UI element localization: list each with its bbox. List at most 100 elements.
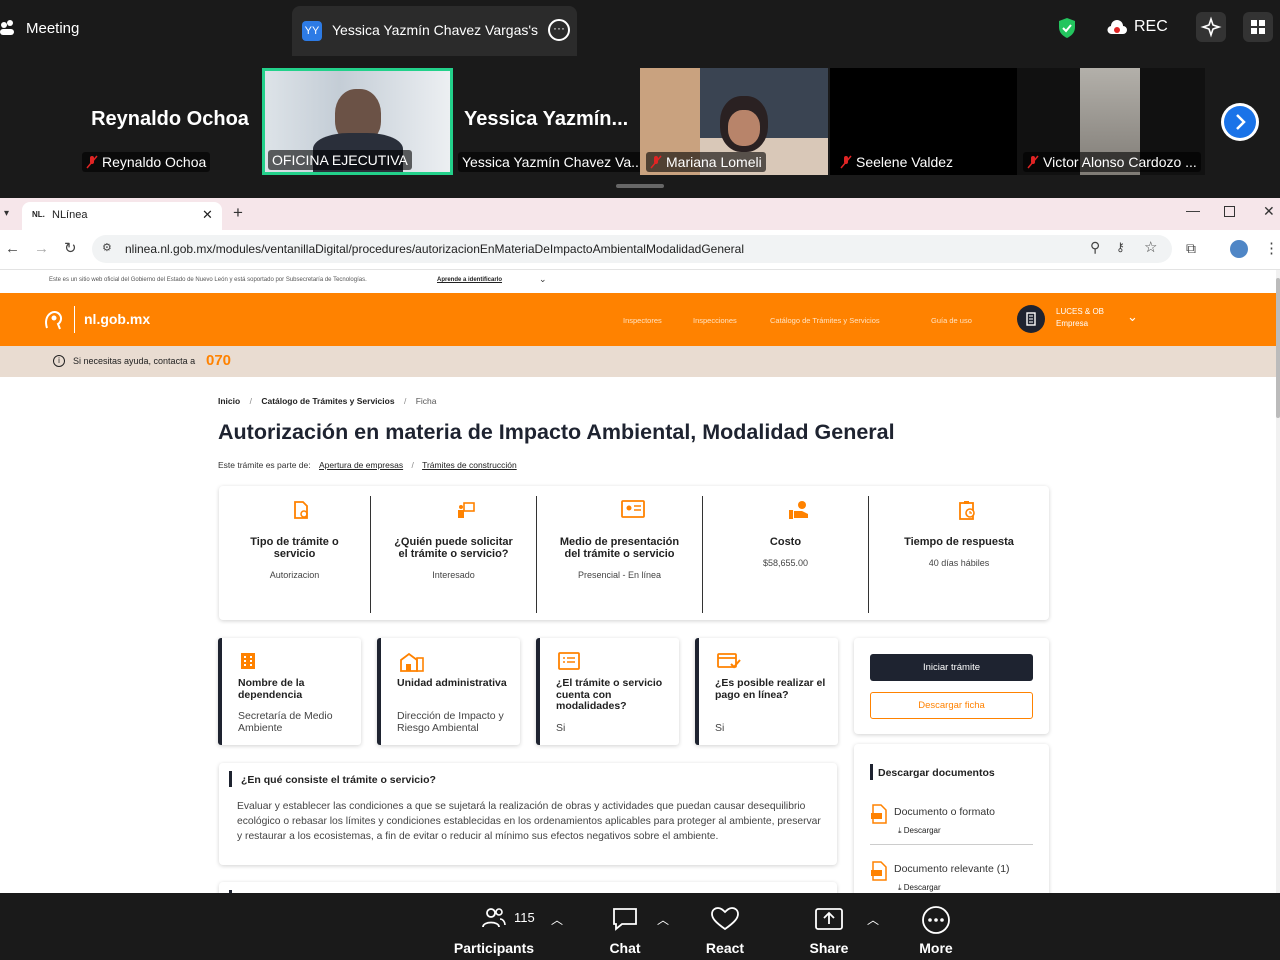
file-icon (870, 804, 890, 824)
nav-item[interactable]: Guía de uso (931, 316, 972, 325)
zoom-icon[interactable]: ⚲ (1090, 239, 1100, 256)
info-item: Costo $58,655.00 (703, 486, 868, 620)
participant-tile[interactable]: Seelene Valdez (830, 68, 1018, 175)
document-name[interactable]: Documento o formato (894, 806, 995, 818)
breadcrumb-item[interactable]: Inicio (218, 396, 240, 406)
participant-strip: Reynaldo Ochoa Reynaldo Ochoa OFICINA EJ… (0, 56, 1280, 198)
ai-companion-icon[interactable] (1196, 12, 1226, 42)
description-title: ¿En qué consiste el trámite o servicio? (241, 774, 436, 786)
meta-title: ¿Es posible realizar el pago en línea? (715, 677, 826, 701)
list-icon (558, 652, 580, 670)
participants-label: Participants (453, 940, 535, 956)
info-icon: i (53, 355, 65, 367)
meeting-icon (0, 18, 16, 38)
menu-kebab-icon[interactable]: ⋮ (1264, 239, 1279, 257)
participants-caret-icon[interactable]: ︿ (551, 911, 563, 928)
info-title: Tiempo de respuesta (904, 536, 1014, 548)
react-button[interactable]: React (697, 893, 753, 960)
meeting-label: Meeting (26, 20, 80, 37)
apps-icon[interactable] (1243, 12, 1273, 42)
description-card: ¿En qué consiste el trámite o servicio? … (219, 763, 837, 865)
breadcrumb-current: Ficha (415, 396, 437, 406)
info-title: Medio de presentación del trámite o serv… (559, 536, 680, 560)
forward-icon[interactable]: → (34, 240, 49, 257)
reload-icon[interactable]: ↻ (64, 239, 77, 257)
id-card-icon (621, 500, 645, 518)
tab-search-icon[interactable]: ▾ (4, 208, 9, 219)
close-window-icon[interactable]: ✕ (1263, 203, 1275, 220)
next-page-button[interactable] (1221, 103, 1259, 141)
participants-count: 115 (514, 910, 535, 925)
help-text: Si necesitas ayuda, contacta a (73, 356, 196, 366)
maximize-icon[interactable] (1224, 206, 1235, 217)
document-name[interactable]: Documento relevante (1) (894, 863, 1010, 875)
share-button[interactable]: Share (801, 893, 857, 960)
mic-muted-icon (840, 155, 852, 169)
download-link[interactable]: ⤓ Descargar (898, 826, 941, 836)
participants-button[interactable]: 115 Participants (452, 893, 536, 960)
profile-avatar[interactable] (1230, 240, 1248, 258)
rec-label[interactable]: REC (1134, 18, 1168, 36)
shield-icon[interactable] (1057, 17, 1077, 39)
chevron-down-icon[interactable]: ⌄ (539, 274, 547, 285)
user-avatar[interactable] (1017, 305, 1045, 333)
more-options-icon[interactable]: ··· (548, 19, 570, 41)
close-tab-icon[interactable]: ✕ (202, 207, 213, 223)
part-of-link[interactable]: Trámites de construcción (422, 460, 517, 470)
nav-item[interactable]: Inspecciones (693, 316, 737, 325)
new-tab-icon[interactable]: + (233, 203, 243, 223)
title-accent (870, 764, 873, 780)
part-of-link[interactable]: Apertura de empresas (319, 460, 403, 470)
meta-title: Unidad administrativa (397, 677, 507, 689)
chat-caret-icon[interactable]: ︿ (657, 911, 669, 928)
share-avatar: YY (302, 21, 322, 41)
mic-muted-icon (1027, 155, 1039, 169)
gov-notice-link[interactable]: Aprende a identificarlo (437, 277, 502, 283)
site-logo-text[interactable]: nl.gob.mx (84, 311, 150, 327)
page-title: Autorización en materia de Impacto Ambie… (218, 420, 895, 444)
hand-coin-icon (788, 500, 808, 519)
meta-card: Unidad administrativa Dirección de Impac… (377, 638, 520, 745)
info-title: ¿Quién puede solicitar el trámite o serv… (394, 536, 513, 560)
url-field[interactable]: ⚙ nlinea.nl.gob.mx/modules/ventanillaDig… (92, 235, 1172, 263)
browser-tab[interactable]: NL. NLínea ✕ (22, 202, 222, 230)
divider (870, 844, 1033, 845)
participant-big-name: Reynaldo Ochoa (91, 108, 249, 130)
zoom-top-bar: Meeting YY Yessica Yazmín Chavez Vargas'… (0, 0, 1280, 56)
chat-button[interactable]: Chat (598, 893, 652, 960)
help-number[interactable]: 070 (206, 352, 231, 369)
back-icon[interactable]: ← (5, 240, 20, 257)
key-icon[interactable]: ⚷ (1116, 240, 1125, 254)
meta-card: ¿Es posible realizar el pago en línea? S… (695, 638, 838, 745)
extensions-icon[interactable]: ⧉ (1186, 240, 1196, 257)
nav-item[interactable]: Catálogo de Trámites y Servicios (770, 316, 880, 325)
bookmark-star-icon[interactable]: ☆ (1144, 238, 1157, 256)
participant-tile[interactable]: Reynaldo Ochoa Reynaldo Ochoa (76, 68, 264, 175)
start-procedure-button[interactable]: Iniciar trámite (870, 654, 1033, 681)
participant-tile[interactable]: Mariana Lomeli (640, 68, 828, 175)
info-item: Medio de presentación del trámite o serv… (537, 486, 702, 620)
breadcrumb-item[interactable]: Catálogo de Trámites y Servicios (261, 396, 394, 406)
site-info-icon[interactable]: ⚙ (102, 241, 112, 254)
more-button[interactable]: More (910, 893, 962, 960)
download-link[interactable]: ⤓ Descargar (898, 883, 941, 893)
share-tab[interactable]: YY Yessica Yazmín Chavez Vargas's sc ··· (292, 6, 577, 56)
info-value: Interesado (432, 570, 475, 580)
gov-notice-bar: Este es un sitio web oficial del Gobiern… (0, 270, 1276, 293)
user-menu-chevron-icon[interactable]: ⌄ (1127, 309, 1138, 325)
share-caret-icon[interactable]: ︿ (867, 911, 879, 928)
participants-icon (482, 907, 506, 929)
site-header: nl.gob.mx Inspectores Inspecciones Catál… (0, 293, 1276, 346)
participant-tile[interactable]: Victor Alonso Cardozo ... (1017, 68, 1205, 175)
participant-tile-active[interactable]: OFICINA EJECUTIVA (262, 68, 453, 175)
page-scrollbar[interactable] (1276, 270, 1280, 893)
participant-label: Yessica Yazmín Chavez Va... (458, 152, 642, 172)
nav-item[interactable]: Inspectores (623, 316, 662, 325)
minimize-icon[interactable]: — (1186, 202, 1200, 218)
strip-drag-handle[interactable] (616, 184, 664, 188)
nl-logo-icon[interactable] (43, 308, 65, 332)
user-name[interactable]: LUCES & OB (1056, 307, 1104, 316)
participant-tile[interactable]: Yessica Yazmín... Yessica Yazmín Chavez … (454, 68, 642, 175)
title-accent (229, 771, 232, 787)
download-sheet-button[interactable]: Descargar ficha (870, 692, 1033, 719)
